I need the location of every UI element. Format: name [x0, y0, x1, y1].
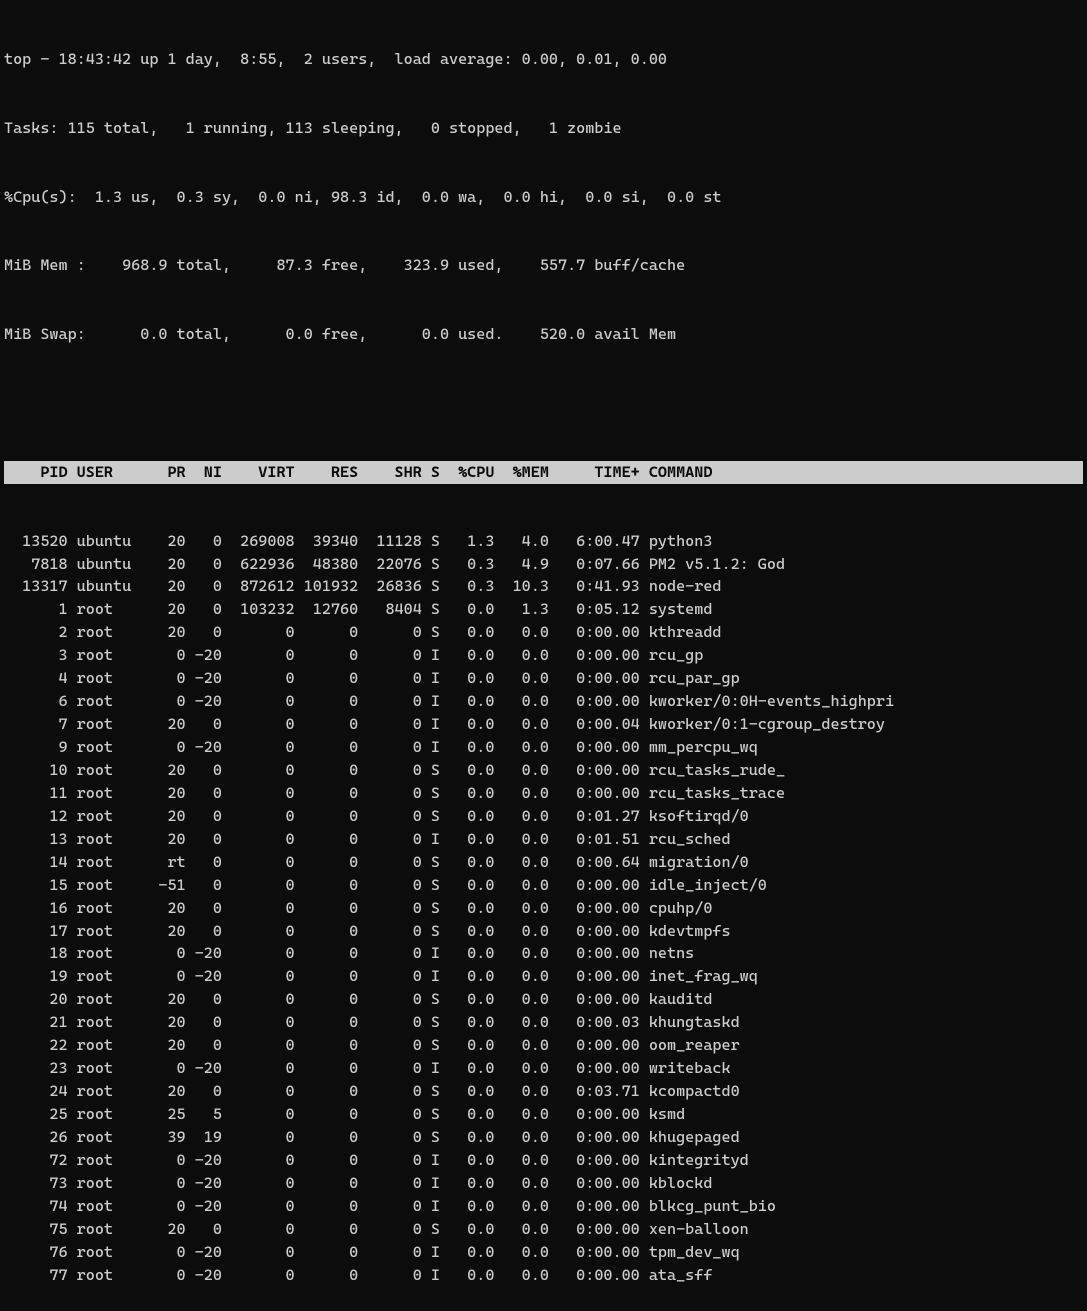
process-row[interactable]: 13317 ubuntu 20 0 872612 101932 26836 S …	[4, 575, 1083, 598]
process-row[interactable]: 26 root 39 19 0 0 0 S 0.0 0.0 0:00.00 kh…	[4, 1126, 1083, 1149]
process-row[interactable]: 73 root 0 -20 0 0 0 I 0.0 0.0 0:00.00 kb…	[4, 1172, 1083, 1195]
process-row[interactable]: 75 root 20 0 0 0 0 S 0.0 0.0 0:00.00 xen…	[4, 1218, 1083, 1241]
blank-line	[4, 392, 1083, 415]
summary-swap: MiB Swap: 0.0 total, 0.0 free, 0.0 used.…	[4, 323, 1083, 346]
process-row[interactable]: 11 root 20 0 0 0 0 S 0.0 0.0 0:00.00 rcu…	[4, 782, 1083, 805]
process-row[interactable]: 7 root 20 0 0 0 0 I 0.0 0.0 0:00.04 kwor…	[4, 713, 1083, 736]
process-row[interactable]: 1 root 20 0 103232 12760 8404 S 0.0 1.3 …	[4, 598, 1083, 621]
process-row[interactable]: 13 root 20 0 0 0 0 I 0.0 0.0 0:01.51 rcu…	[4, 828, 1083, 851]
process-table-header[interactable]: PID USER PR NI VIRT RES SHR S %CPU %MEM …	[4, 461, 1083, 484]
summary-uptime: top - 18:43:42 up 1 day, 8:55, 2 users, …	[4, 48, 1083, 71]
summary-tasks: Tasks: 115 total, 1 running, 113 sleepin…	[4, 117, 1083, 140]
terminal-output[interactable]: top - 18:43:42 up 1 day, 8:55, 2 users, …	[0, 0, 1087, 1311]
process-row[interactable]: 12 root 20 0 0 0 0 S 0.0 0.0 0:01.27 kso…	[4, 805, 1083, 828]
process-row[interactable]: 23 root 0 -20 0 0 0 I 0.0 0.0 0:00.00 wr…	[4, 1057, 1083, 1080]
process-row[interactable]: 3 root 0 -20 0 0 0 I 0.0 0.0 0:00.00 rcu…	[4, 644, 1083, 667]
process-row[interactable]: 74 root 0 -20 0 0 0 I 0.0 0.0 0:00.00 bl…	[4, 1195, 1083, 1218]
process-row[interactable]: 22 root 20 0 0 0 0 S 0.0 0.0 0:00.00 oom…	[4, 1034, 1083, 1057]
process-row[interactable]: 16 root 20 0 0 0 0 S 0.0 0.0 0:00.00 cpu…	[4, 897, 1083, 920]
process-row[interactable]: 72 root 0 -20 0 0 0 I 0.0 0.0 0:00.00 ki…	[4, 1149, 1083, 1172]
process-row[interactable]: 77 root 0 -20 0 0 0 I 0.0 0.0 0:00.00 at…	[4, 1264, 1083, 1287]
process-row[interactable]: 76 root 0 -20 0 0 0 I 0.0 0.0 0:00.00 tp…	[4, 1241, 1083, 1264]
process-row[interactable]: 19 root 0 -20 0 0 0 I 0.0 0.0 0:00.00 in…	[4, 965, 1083, 988]
summary-cpu: %Cpu(s): 1.3 us, 0.3 sy, 0.0 ni, 98.3 id…	[4, 186, 1083, 209]
process-row[interactable]: 15 root -51 0 0 0 0 S 0.0 0.0 0:00.00 id…	[4, 874, 1083, 897]
process-row[interactable]: 24 root 20 0 0 0 0 S 0.0 0.0 0:03.71 kco…	[4, 1080, 1083, 1103]
process-row[interactable]: 10 root 20 0 0 0 0 S 0.0 0.0 0:00.00 rcu…	[4, 759, 1083, 782]
process-row[interactable]: 18 root 0 -20 0 0 0 I 0.0 0.0 0:00.00 ne…	[4, 942, 1083, 965]
process-row[interactable]: 4 root 0 -20 0 0 0 I 0.0 0.0 0:00.00 rcu…	[4, 667, 1083, 690]
process-row[interactable]: 21 root 20 0 0 0 0 S 0.0 0.0 0:00.03 khu…	[4, 1011, 1083, 1034]
process-row[interactable]: 13520 ubuntu 20 0 269008 39340 11128 S 1…	[4, 530, 1083, 553]
process-row[interactable]: 17 root 20 0 0 0 0 S 0.0 0.0 0:00.00 kde…	[4, 920, 1083, 943]
process-row[interactable]: 25 root 25 5 0 0 0 S 0.0 0.0 0:00.00 ksm…	[4, 1103, 1083, 1126]
process-row[interactable]: 2 root 20 0 0 0 0 S 0.0 0.0 0:00.00 kthr…	[4, 621, 1083, 644]
process-row[interactable]: 6 root 0 -20 0 0 0 I 0.0 0.0 0:00.00 kwo…	[4, 690, 1083, 713]
process-row[interactable]: 14 root rt 0 0 0 0 S 0.0 0.0 0:00.64 mig…	[4, 851, 1083, 874]
process-row[interactable]: 9 root 0 -20 0 0 0 I 0.0 0.0 0:00.00 mm_…	[4, 736, 1083, 759]
process-row[interactable]: 7818 ubuntu 20 0 622936 48380 22076 S 0.…	[4, 553, 1083, 576]
summary-mem: MiB Mem : 968.9 total, 87.3 free, 323.9 …	[4, 254, 1083, 277]
process-row[interactable]: 20 root 20 0 0 0 0 S 0.0 0.0 0:00.00 kau…	[4, 988, 1083, 1011]
process-table-body: 13520 ubuntu 20 0 269008 39340 11128 S 1…	[4, 530, 1083, 1287]
